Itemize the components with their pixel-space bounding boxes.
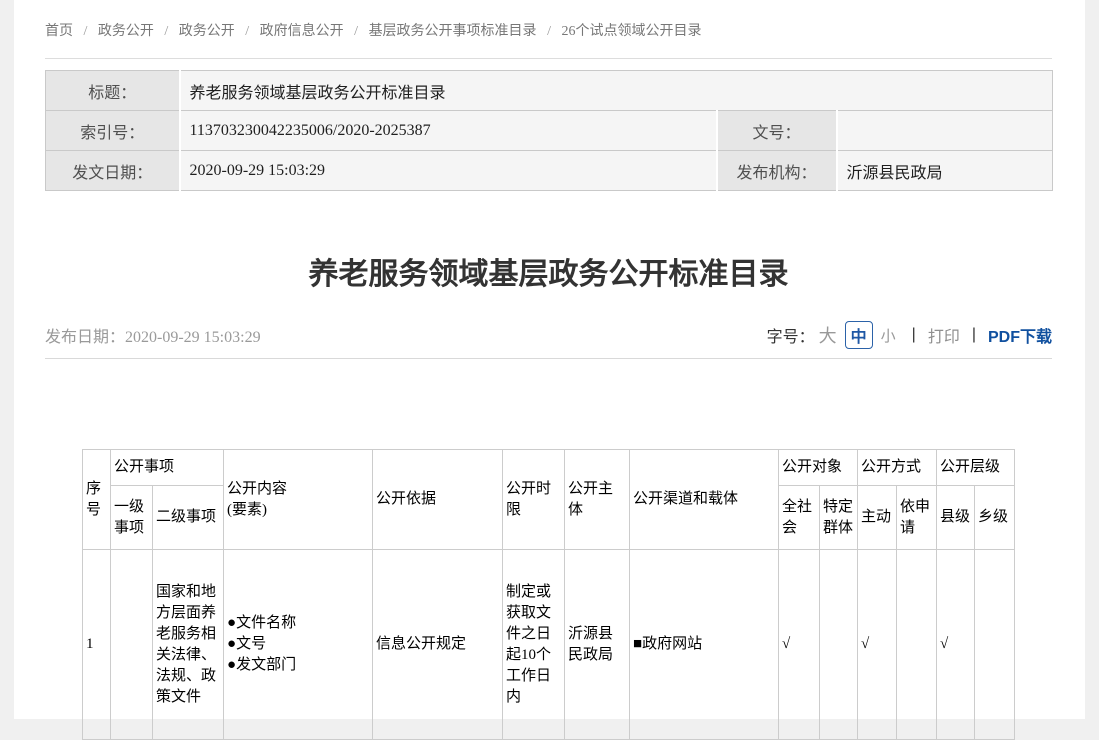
breadcrumb: 首页 / 政务公开 / 政务公开 / 政府信息公开 / 基层政务公开事项标准目录… <box>45 0 1052 42</box>
meta-title-label: 标题： <box>46 71 180 111</box>
breadcrumb-separator: / <box>245 24 249 39</box>
meta-org-value: 沂源县民政局 <box>837 151 1053 191</box>
meta-index-value: 113703230042235006/2020-2025387 <box>180 111 717 151</box>
col-header-level-county: 县级 <box>937 486 975 550</box>
cell-level2: 国家和地方层面养老服务相关法律、法规、政策文件 <box>153 550 224 740</box>
cell-level1 <box>111 550 153 740</box>
meta-row-title: 标题： 养老服务领域基层政务公开标准目录 <box>46 71 1053 111</box>
document-meta-table: 标题： 养老服务领域基层政务公开标准目录 索引号： 11370323004223… <box>45 70 1053 191</box>
col-header-level2: 二级事项 <box>153 486 224 550</box>
breadcrumb-divider <box>45 58 1052 59</box>
title-divider <box>45 358 1052 359</box>
publish-date-label: 发布日期： <box>45 329 125 346</box>
breadcrumb-standard-catalog[interactable]: 基层政务公开事项标准目录 <box>369 24 537 39</box>
publish-date-value: 2020-09-29 15:03:29 <box>125 329 261 346</box>
article-controls: 字号： 大 中 小 | 打印 | PDF下载 <box>767 321 1052 349</box>
publish-date: 发布日期：2020-09-29 15:03:29 <box>45 323 261 347</box>
breadcrumb-separator: / <box>547 24 551 39</box>
cell-content: ●文件名称 ●文号 ●发文部门 <box>224 550 373 740</box>
cell-basis: 信息公开规定 <box>373 550 503 740</box>
col-header-subject: 公开主体 <box>565 450 630 550</box>
article-info-bar: 发布日期：2020-09-29 15:03:29 字号： 大 中 小 | 打印 … <box>45 320 1052 350</box>
col-header-basis: 公开依据 <box>373 450 503 550</box>
col-header-level-town: 乡级 <box>975 486 1015 550</box>
meta-row-index: 索引号： 113703230042235006/2020-2025387 文号： <box>46 111 1053 151</box>
meta-docnum-value <box>837 111 1053 151</box>
meta-org-label: 发布机构： <box>717 151 837 191</box>
breadcrumb-separator: / <box>354 24 358 39</box>
cell-mode-request-check <box>897 550 937 740</box>
col-header-mode-request: 依申请 <box>897 486 937 550</box>
col-header-target-group: 公开对象 <box>779 450 858 486</box>
cell-mode-active-check: √ <box>858 550 897 740</box>
breadcrumb-separator: / <box>84 24 88 39</box>
meta-date-label: 发文日期： <box>46 151 180 191</box>
fontsize-label: 字号： <box>767 323 815 347</box>
col-header-content: 公开内容 (要素) <box>224 450 373 550</box>
table-header-row-1: 序号 公开事项 公开内容 (要素) 公开依据 公开时限 公开主体 公开渠道和载体… <box>83 450 1015 486</box>
breadcrumb-pilot-catalog[interactable]: 26个试点领域公开目录 <box>561 24 701 39</box>
page-title: 养老服务领域基层政务公开标准目录 <box>45 259 1052 291</box>
cell-target-specific-check <box>820 550 858 740</box>
breadcrumb-home[interactable]: 首页 <box>45 24 73 39</box>
cell-no: 1 <box>83 550 111 740</box>
col-header-mode-active: 主动 <box>858 486 897 550</box>
cell-target-all-check: √ <box>779 550 820 740</box>
col-header-level-group: 公开层级 <box>937 450 1015 486</box>
fontsize-large-button[interactable]: 大 <box>819 322 837 348</box>
breadcrumb-zwgk-2[interactable]: 政务公开 <box>179 24 235 39</box>
meta-docnum-label: 文号： <box>717 111 837 151</box>
disclosure-directory-table: 序号 公开事项 公开内容 (要素) 公开依据 公开时限 公开主体 公开渠道和载体… <box>82 449 1015 740</box>
cell-subject: 沂源县民政局 <box>565 550 630 740</box>
fontsize-small-button[interactable]: 小 <box>881 325 896 346</box>
cell-time-limit: 制定或获取文件之日起10个工作日内 <box>503 550 565 740</box>
col-header-time-limit: 公开时限 <box>503 450 565 550</box>
breadcrumb-gov-info[interactable]: 政府信息公开 <box>260 24 344 39</box>
col-header-target-all: 全社会 <box>779 486 820 550</box>
divider-pipe: | <box>912 326 916 344</box>
col-header-level1: 一级事项 <box>111 486 153 550</box>
col-header-no: 序号 <box>83 450 111 550</box>
meta-row-date: 发文日期： 2020-09-29 15:03:29 发布机构： 沂源县民政局 <box>46 151 1053 191</box>
meta-date-value: 2020-09-29 15:03:29 <box>180 151 717 191</box>
print-button[interactable]: 打印 <box>928 323 960 347</box>
table-row: 1 国家和地方层面养老服务相关法律、法规、政策文件 ●文件名称 ●文号 ●发文部… <box>83 550 1015 740</box>
cell-level-town-check <box>975 550 1015 740</box>
cell-level-county-check: √ <box>937 550 975 740</box>
col-header-channel: 公开渠道和载体 <box>630 450 779 550</box>
breadcrumb-zwgk-1[interactable]: 政务公开 <box>98 24 154 39</box>
col-header-target-specific: 特定群体 <box>820 486 858 550</box>
cell-channel: ■政府网站 <box>630 550 779 740</box>
meta-index-label: 索引号： <box>46 111 180 151</box>
page: 首页 / 政务公开 / 政务公开 / 政府信息公开 / 基层政务公开事项标准目录… <box>14 0 1085 719</box>
divider-pipe: | <box>972 326 976 344</box>
col-header-mode-group: 公开方式 <box>858 450 937 486</box>
col-header-item-group: 公开事项 <box>111 450 224 486</box>
meta-title-value: 养老服务领域基层政务公开标准目录 <box>180 71 1053 111</box>
pdf-download-link[interactable]: PDF下载 <box>988 323 1052 347</box>
fontsize-medium-button[interactable]: 中 <box>845 321 873 349</box>
breadcrumb-separator: / <box>164 24 168 39</box>
